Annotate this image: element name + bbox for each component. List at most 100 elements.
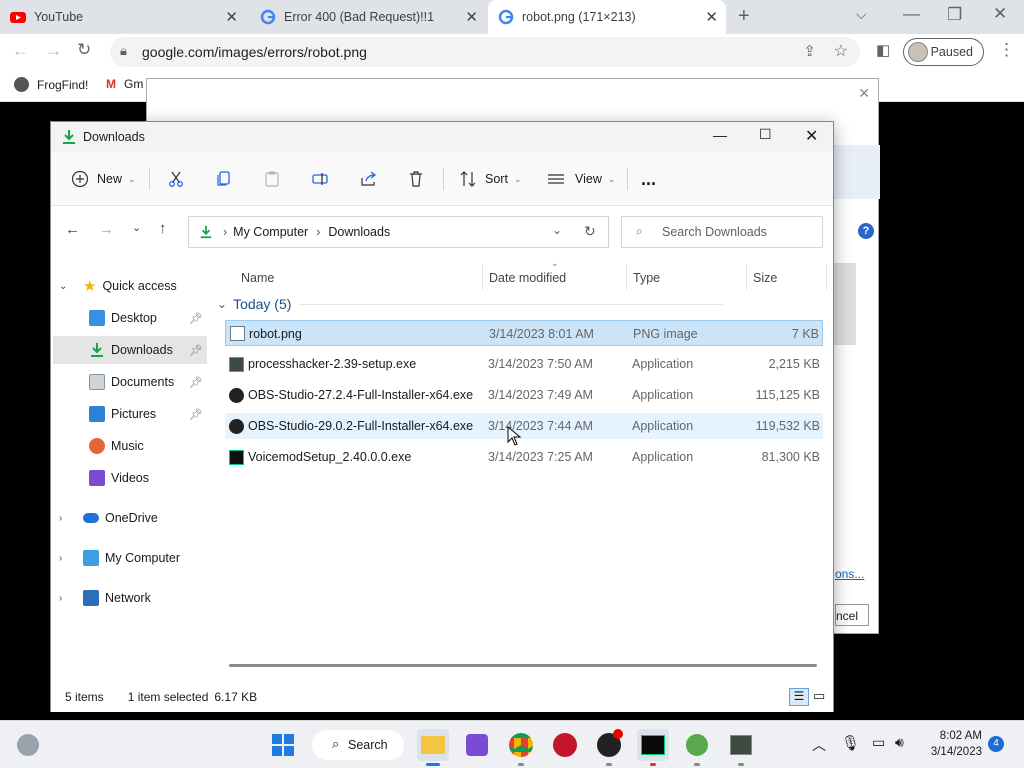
column-header-type[interactable]: Type xyxy=(633,266,660,290)
restore-icon[interactable]: ❐ xyxy=(947,5,962,25)
share-icon[interactable]: ⇪ xyxy=(803,42,816,60)
close-icon[interactable]: ✕ xyxy=(465,8,478,26)
chevron-down-icon[interactable]: ⌄ xyxy=(552,223,562,237)
display-icon[interactable]: ▭ xyxy=(872,734,885,751)
group-header-today[interactable]: ⌄ Today (5) xyxy=(217,296,724,312)
file-row-obs-29[interactable]: OBS-Studio-29.0.2-Full-Installer-x64.exe… xyxy=(225,413,823,439)
recent-chevron-icon[interactable]: ⌄ xyxy=(132,221,141,234)
help-icon[interactable]: ? xyxy=(858,223,874,239)
address-bar[interactable]: 🔒︎ google.com/images/errors/robot.png ⇪ … xyxy=(110,37,860,67)
column-divider[interactable] xyxy=(746,264,747,290)
side-panel-icon[interactable]: ◧ xyxy=(876,41,890,59)
close-window-icon[interactable]: ✕ xyxy=(805,126,818,146)
volume-icon[interactable]: 🔊︎ xyxy=(895,734,904,751)
tab-robot-png[interactable]: robot.png (171×213) ✕ xyxy=(488,0,726,34)
minimize-icon[interactable]: — xyxy=(713,127,727,143)
bookmark-frogfind[interactable]: FrogFind! xyxy=(14,77,88,92)
tab-youtube[interactable]: YouTube ✕ xyxy=(0,0,246,34)
pin-icon[interactable]: 📌︎ xyxy=(189,408,203,421)
start-icon[interactable] xyxy=(267,729,299,761)
new-button[interactable]: New ⌄ xyxy=(71,164,136,194)
tab-search-icon[interactable]: ⌵ xyxy=(856,6,867,23)
column-header-date[interactable]: Date modified xyxy=(489,266,566,290)
nav-onedrive[interactable]: › OneDrive xyxy=(53,504,207,532)
nav-quick-access[interactable]: ⌄ ★ Quick access xyxy=(53,272,207,300)
nav-my-computer[interactable]: › My Computer xyxy=(53,544,207,572)
file-row-processhacker[interactable]: processhacker-2.39-setup.exe 3/14/2023 7… xyxy=(225,351,823,377)
close-icon[interactable]: ✕ xyxy=(225,8,238,26)
new-tab-icon[interactable]: + xyxy=(738,5,750,28)
minimize-icon[interactable]: — xyxy=(903,4,920,24)
back-icon[interactable]: ← xyxy=(65,221,80,238)
copy-button[interactable] xyxy=(215,164,233,194)
file-explorer-taskbar-icon[interactable] xyxy=(417,729,449,766)
rename-button[interactable] xyxy=(311,164,329,194)
column-divider[interactable] xyxy=(826,264,827,290)
breadcrumb-item[interactable]: Downloads xyxy=(328,225,390,239)
cut-button[interactable] xyxy=(167,164,185,194)
back-icon[interactable]: ← xyxy=(12,41,29,61)
column-divider[interactable] xyxy=(626,264,627,290)
nav-network[interactable]: › Network xyxy=(53,584,207,612)
notification-badge[interactable]: 4 xyxy=(988,736,1004,752)
nav-pictures[interactable]: Pictures 📌︎ xyxy=(53,400,207,428)
tab-error-400[interactable]: Error 400 (Bad Request)!!1 ✕ xyxy=(250,0,486,34)
reload-icon[interactable]: ↻ xyxy=(77,40,91,60)
forward-icon[interactable]: → xyxy=(45,41,62,61)
up-arrow-icon[interactable]: ↑ xyxy=(159,220,167,237)
bookmark-gmail[interactable]: M Gm xyxy=(106,77,143,91)
sort-button[interactable]: Sort ⌄ xyxy=(459,164,521,194)
delete-button[interactable] xyxy=(407,164,425,194)
media-player-icon[interactable] xyxy=(549,729,581,761)
tab-title: YouTube xyxy=(34,10,84,24)
menu-icon[interactable]: ⋮ xyxy=(998,40,1015,60)
process-hacker-taskbar-icon[interactable] xyxy=(725,729,757,766)
file-row-robot-png[interactable]: robot.png 3/14/2023 8:01 AM PNG image 7 … xyxy=(225,320,823,346)
nav-desktop[interactable]: Desktop 📌︎ xyxy=(53,304,207,332)
breadcrumb-item[interactable]: My Computer xyxy=(233,225,308,239)
forward-icon[interactable]: → xyxy=(99,221,114,238)
close-icon[interactable]: ✕ xyxy=(858,85,870,102)
column-divider[interactable] xyxy=(482,264,483,290)
gecko-app-icon[interactable] xyxy=(681,729,713,766)
horizontal-scrollbar[interactable] xyxy=(229,664,817,667)
close-window-icon[interactable]: ✕ xyxy=(993,4,1007,24)
breadcrumb[interactable]: › My Computer › Downloads ⌄ ↻ xyxy=(188,216,609,248)
visual-studio-icon[interactable] xyxy=(461,729,493,761)
column-header-size[interactable]: Size xyxy=(753,266,777,290)
tiles-view-icon[interactable]: ▭ xyxy=(813,688,825,704)
voicemod-taskbar-icon[interactable] xyxy=(637,729,669,766)
cancel-button[interactable]: ncel xyxy=(835,604,869,626)
bookmark-star-icon[interactable]: ☆ xyxy=(834,41,848,61)
share-button[interactable] xyxy=(359,164,377,194)
search-input[interactable]: ⌕ Search Downloads xyxy=(621,216,823,248)
weather-widget-icon[interactable] xyxy=(12,729,44,761)
clock[interactable]: 8:02 AM 3/14/2023 xyxy=(922,728,982,760)
nav-videos[interactable]: Videos xyxy=(53,464,207,492)
nav-documents[interactable]: Documents 📌︎ xyxy=(53,368,207,396)
file-row-obs-27[interactable]: OBS-Studio-27.2.4-Full-Installer-x64.exe… xyxy=(225,382,823,408)
pin-icon[interactable]: 📌︎ xyxy=(189,312,203,325)
paste-button[interactable] xyxy=(263,164,281,194)
maximize-icon[interactable]: ☐ xyxy=(759,126,772,143)
obs-taskbar-icon[interactable] xyxy=(593,729,625,766)
refresh-icon[interactable]: ↻ xyxy=(584,223,596,240)
close-icon[interactable]: ✕ xyxy=(705,8,718,26)
pin-icon[interactable]: 📌︎ xyxy=(189,344,203,357)
details-view-icon[interactable]: ☰ xyxy=(789,688,809,706)
pin-icon[interactable]: 📌︎ xyxy=(189,376,203,389)
file-row-voicemod[interactable]: VoicemodSetup_2.40.0.0.exe 3/14/2023 7:2… xyxy=(225,444,823,470)
nav-music[interactable]: Music xyxy=(53,432,207,460)
column-header-name[interactable]: Name xyxy=(241,266,274,290)
view-button[interactable]: View ⌄ xyxy=(547,164,615,194)
microphone-icon[interactable]: 🎙︎ xyxy=(841,734,860,752)
profile-button[interactable]: Paused xyxy=(903,38,984,66)
taskbar-search[interactable]: ⌕ Search xyxy=(312,730,404,760)
lock-icon: 🔒︎ xyxy=(120,43,127,58)
more-options-button[interactable]: ... xyxy=(641,164,656,194)
options-link[interactable]: ons... xyxy=(835,567,864,581)
chrome-icon[interactable] xyxy=(505,729,537,766)
nav-downloads[interactable]: Downloads 📌︎ xyxy=(53,336,207,364)
chevron-up-icon[interactable]: ︿ xyxy=(812,735,826,755)
window-title: Downloads xyxy=(83,130,145,144)
